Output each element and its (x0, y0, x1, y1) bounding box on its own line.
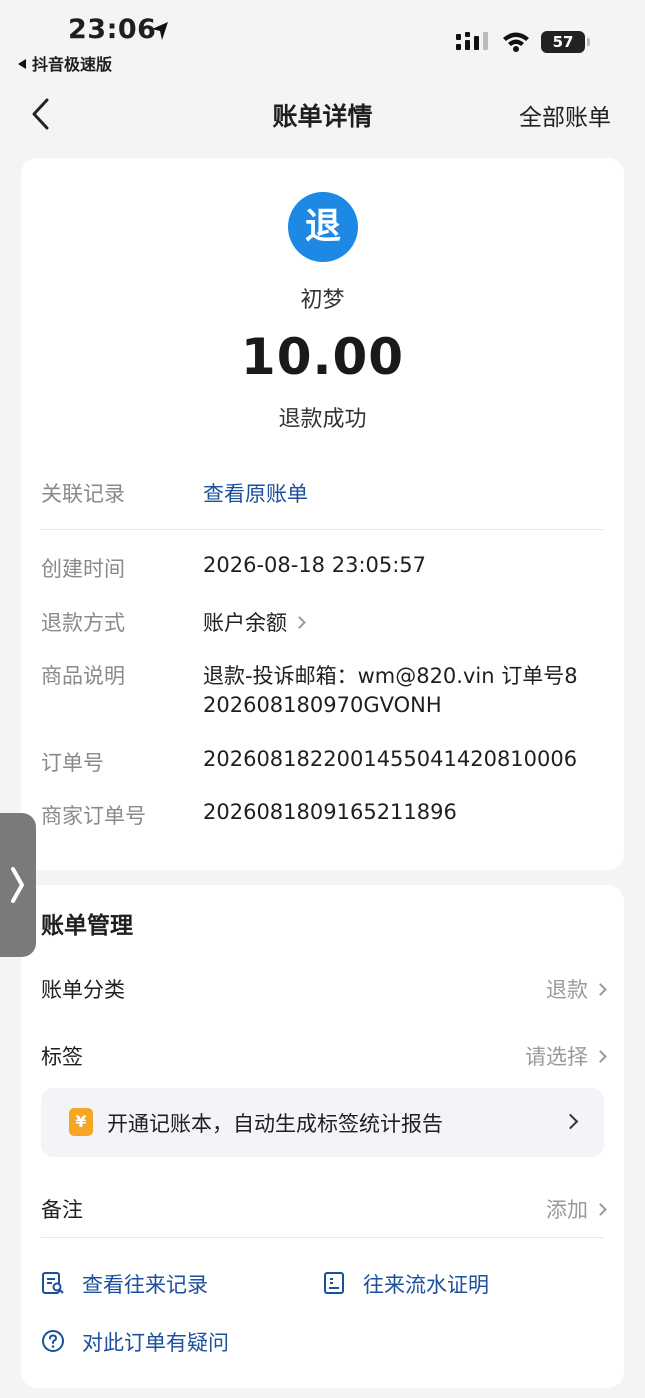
refund-method-value[interactable]: 账户余额 (203, 607, 306, 637)
back-to-app-link[interactable]: 抖音极速版 (18, 51, 112, 75)
created-time-label: 创建时间 (41, 557, 125, 581)
promo-text: 开通记账本，自动生成标签统计报告 (107, 1112, 443, 1136)
note-add[interactable]: 添加 (546, 1194, 607, 1224)
merchant-order-label: 商家订单号 (41, 804, 146, 828)
view-original-bill-link[interactable]: 查看原账单 (203, 478, 308, 508)
transaction-proof-link[interactable]: 往来流水证明 (363, 1269, 489, 1299)
category-value[interactable]: 退款 (546, 974, 607, 1004)
payee-name: 初梦 (300, 288, 345, 313)
order-number-label: 订单号 (41, 751, 104, 775)
refund-method-label: 退款方式 (41, 611, 125, 635)
wifi-icon (503, 32, 529, 52)
back-triangle-icon (18, 59, 26, 69)
clock: 23:06 (68, 14, 157, 45)
chevron-right-icon (562, 1113, 579, 1130)
note-label: 备注 (41, 1198, 83, 1222)
chevron-right-icon (594, 1203, 607, 1216)
refund-icon: 退 (288, 192, 358, 262)
merchant-order-value: 2026081809165211896 (203, 800, 457, 824)
product-desc-line2: 202608180970GVONH (203, 693, 442, 717)
amount: 10.00 (240, 328, 405, 386)
divider (41, 529, 604, 530)
tag-select[interactable]: 请选择 (525, 1041, 607, 1071)
category-label: 账单分类 (41, 978, 125, 1002)
related-record-label: 关联记录 (41, 482, 125, 506)
battery-icon: 57 (541, 31, 585, 53)
ledger-yuan-icon: ¥ (69, 1108, 93, 1136)
product-desc-label: 商品说明 (41, 664, 125, 688)
battery-tip (587, 38, 590, 46)
side-float-handle[interactable] (0, 813, 36, 957)
question-circle-icon (42, 1330, 64, 1352)
proof-doc-icon (324, 1272, 344, 1294)
created-time-value: 2026-08-18 23:05:57 (203, 553, 427, 577)
records-search-icon (42, 1272, 64, 1294)
side-handle-chevron-icon (11, 867, 24, 903)
order-number-value: 2026081822001455041420810006 (203, 747, 578, 771)
transaction-status: 退款成功 (278, 407, 367, 432)
chevron-right-icon (594, 1050, 607, 1063)
product-desc-line1: 退款-投诉邮箱：wm@820.vin 订单号8 (203, 664, 578, 688)
ledger-promo-banner[interactable]: ¥ 开通记账本，自动生成标签统计报告 (41, 1088, 604, 1157)
view-history-link[interactable]: 查看往来记录 (82, 1269, 208, 1299)
location-arrow-icon (152, 22, 168, 40)
all-bills-link[interactable]: 全部账单 (519, 98, 611, 132)
divider (41, 1237, 604, 1238)
order-question-link[interactable]: 对此订单有疑问 (82, 1327, 229, 1357)
chevron-right-icon (594, 983, 607, 996)
tag-label: 标签 (41, 1045, 83, 1069)
chevron-right-icon (293, 616, 306, 629)
section-title: 账单管理 (41, 913, 133, 939)
status-bar: 23:06 抖音极速版 57 (0, 0, 645, 80)
signal-icon (456, 32, 488, 50)
